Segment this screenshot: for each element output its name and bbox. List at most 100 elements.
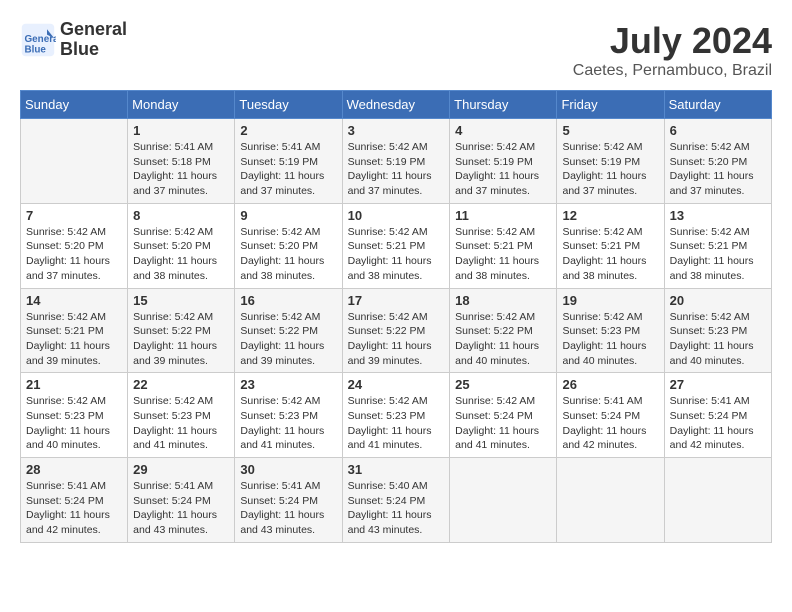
- calendar-week-row: 1 Sunrise: 5:41 AM Sunset: 5:18 PM Daylig…: [21, 119, 772, 204]
- day-info: Sunrise: 5:42 AM Sunset: 5:19 PM Dayligh…: [562, 140, 658, 199]
- day-number: 15: [133, 293, 229, 308]
- calendar-cell: 28 Sunrise: 5:41 AM Sunset: 5:24 PM Dayli…: [21, 458, 128, 543]
- day-number: 26: [562, 377, 658, 392]
- calendar-cell: 1 Sunrise: 5:41 AM Sunset: 5:18 PM Daylig…: [128, 119, 235, 204]
- calendar-cell: 17Sunrise: 5:42 AM Sunset: 5:22 PM Dayli…: [342, 288, 450, 373]
- title-block: July 2024 Caetes, Pernambuco, Brazil: [573, 20, 772, 80]
- day-info: Sunrise: 5:41 AM Sunset: 5:24 PM Dayligh…: [670, 394, 766, 453]
- day-info: Sunrise: 5:42 AM Sunset: 5:22 PM Dayligh…: [133, 310, 229, 369]
- day-number: 12: [562, 208, 658, 223]
- day-info: Sunrise: 5:42 AM Sunset: 5:20 PM Dayligh…: [26, 225, 122, 284]
- logo-name2: Blue: [60, 40, 127, 60]
- day-number: 20: [670, 293, 766, 308]
- day-info: Sunrise: 5:42 AM Sunset: 5:21 PM Dayligh…: [670, 225, 766, 284]
- logo-text: General Blue: [60, 20, 127, 60]
- calendar-cell: 16Sunrise: 5:42 AM Sunset: 5:22 PM Dayli…: [235, 288, 342, 373]
- day-number: 24: [348, 377, 445, 392]
- calendar-week-row: 21 Sunrise: 5:42 AM Sunset: 5:23 PM Dayli…: [21, 373, 772, 458]
- day-number: 16: [240, 293, 336, 308]
- day-info: Sunrise: 5:42 AM Sunset: 5:23 PM Dayligh…: [670, 310, 766, 369]
- calendar-cell: 18 Sunrise: 5:42 AM Sunset: 5:22 PM Dayli…: [450, 288, 557, 373]
- logo-name1: General: [60, 20, 127, 40]
- day-info: Sunrise: 5:42 AM Sunset: 5:20 PM Dayligh…: [670, 140, 766, 199]
- day-number: 8: [133, 208, 229, 223]
- day-info: Sunrise: 5:42 AM Sunset: 5:21 PM Dayligh…: [348, 225, 445, 284]
- day-info: Sunrise: 5:41 AM Sunset: 5:24 PM Dayligh…: [26, 479, 122, 538]
- logo: General Blue General Blue: [20, 20, 127, 60]
- day-number: 1: [133, 123, 229, 138]
- calendar-week-row: 28 Sunrise: 5:41 AM Sunset: 5:24 PM Dayli…: [21, 458, 772, 543]
- day-info: Sunrise: 5:41 AM Sunset: 5:18 PM Dayligh…: [133, 140, 229, 199]
- calendar-cell: 14 Sunrise: 5:42 AM Sunset: 5:21 PM Dayli…: [21, 288, 128, 373]
- day-number: 5: [562, 123, 658, 138]
- calendar-body: 1 Sunrise: 5:41 AM Sunset: 5:18 PM Daylig…: [21, 119, 772, 543]
- day-info: Sunrise: 5:42 AM Sunset: 5:21 PM Dayligh…: [26, 310, 122, 369]
- day-info: Sunrise: 5:42 AM Sunset: 5:21 PM Dayligh…: [455, 225, 551, 284]
- day-info: Sunrise: 5:42 AM Sunset: 5:19 PM Dayligh…: [348, 140, 445, 199]
- day-number: 21: [26, 377, 122, 392]
- calendar-header-row: SundayMondayTuesdayWednesdayThursdayFrid…: [21, 91, 772, 119]
- calendar-cell: 25Sunrise: 5:42 AM Sunset: 5:24 PM Dayli…: [450, 373, 557, 458]
- day-of-week-header: Thursday: [450, 91, 557, 119]
- calendar-week-row: 7 Sunrise: 5:42 AM Sunset: 5:20 PM Daylig…: [21, 203, 772, 288]
- day-of-week-header: Tuesday: [235, 91, 342, 119]
- day-info: Sunrise: 5:42 AM Sunset: 5:22 PM Dayligh…: [455, 310, 551, 369]
- calendar-table: SundayMondayTuesdayWednesdayThursdayFrid…: [20, 90, 772, 543]
- day-of-week-header: Saturday: [664, 91, 771, 119]
- calendar-cell: 8 Sunrise: 5:42 AM Sunset: 5:20 PM Daylig…: [128, 203, 235, 288]
- day-number: 31: [348, 462, 445, 477]
- logo-icon: General Blue: [20, 22, 56, 58]
- page-header: General Blue General Blue July 2024 Caet…: [20, 20, 772, 80]
- day-info: Sunrise: 5:42 AM Sunset: 5:20 PM Dayligh…: [240, 225, 336, 284]
- day-info: Sunrise: 5:41 AM Sunset: 5:24 PM Dayligh…: [562, 394, 658, 453]
- calendar-cell: 19 Sunrise: 5:42 AM Sunset: 5:23 PM Dayli…: [557, 288, 664, 373]
- calendar-cell: 4 Sunrise: 5:42 AM Sunset: 5:19 PM Daylig…: [450, 119, 557, 204]
- day-number: 4: [455, 123, 551, 138]
- day-number: 3: [348, 123, 445, 138]
- calendar-cell: 22 Sunrise: 5:42 AM Sunset: 5:23 PM Dayli…: [128, 373, 235, 458]
- day-info: Sunrise: 5:42 AM Sunset: 5:23 PM Dayligh…: [348, 394, 445, 453]
- day-number: 23: [240, 377, 336, 392]
- day-of-week-header: Friday: [557, 91, 664, 119]
- day-number: 29: [133, 462, 229, 477]
- calendar-cell: 6 Sunrise: 5:42 AM Sunset: 5:20 PM Daylig…: [664, 119, 771, 204]
- day-info: Sunrise: 5:42 AM Sunset: 5:23 PM Dayligh…: [133, 394, 229, 453]
- calendar-cell: 10Sunrise: 5:42 AM Sunset: 5:21 PM Dayli…: [342, 203, 450, 288]
- calendar-cell: [21, 119, 128, 204]
- day-number: 2: [240, 123, 336, 138]
- calendar-cell: 24 Sunrise: 5:42 AM Sunset: 5:23 PM Dayli…: [342, 373, 450, 458]
- day-number: 19: [562, 293, 658, 308]
- calendar-cell: 26 Sunrise: 5:41 AM Sunset: 5:24 PM Dayli…: [557, 373, 664, 458]
- day-number: 27: [670, 377, 766, 392]
- day-number: 17: [348, 293, 445, 308]
- day-of-week-header: Wednesday: [342, 91, 450, 119]
- day-number: 28: [26, 462, 122, 477]
- day-of-week-header: Sunday: [21, 91, 128, 119]
- calendar-week-row: 14 Sunrise: 5:42 AM Sunset: 5:21 PM Dayli…: [21, 288, 772, 373]
- day-number: 13: [670, 208, 766, 223]
- month-year: July 2024: [573, 20, 772, 62]
- location: Caetes, Pernambuco, Brazil: [573, 62, 772, 80]
- day-info: Sunrise: 5:42 AM Sunset: 5:20 PM Dayligh…: [133, 225, 229, 284]
- day-number: 6: [670, 123, 766, 138]
- day-number: 18: [455, 293, 551, 308]
- calendar-cell: 27 Sunrise: 5:41 AM Sunset: 5:24 PM Dayli…: [664, 373, 771, 458]
- calendar-cell: 2 Sunrise: 5:41 AM Sunset: 5:19 PM Daylig…: [235, 119, 342, 204]
- day-info: Sunrise: 5:41 AM Sunset: 5:24 PM Dayligh…: [133, 479, 229, 538]
- day-number: 14: [26, 293, 122, 308]
- day-info: Sunrise: 5:42 AM Sunset: 5:23 PM Dayligh…: [26, 394, 122, 453]
- calendar-cell: [664, 458, 771, 543]
- calendar-cell: 12Sunrise: 5:42 AM Sunset: 5:21 PM Dayli…: [557, 203, 664, 288]
- calendar-cell: [450, 458, 557, 543]
- day-info: Sunrise: 5:41 AM Sunset: 5:24 PM Dayligh…: [240, 479, 336, 538]
- calendar-cell: [557, 458, 664, 543]
- day-number: 22: [133, 377, 229, 392]
- day-info: Sunrise: 5:41 AM Sunset: 5:19 PM Dayligh…: [240, 140, 336, 199]
- calendar-cell: 29 Sunrise: 5:41 AM Sunset: 5:24 PM Dayli…: [128, 458, 235, 543]
- calendar-cell: 5 Sunrise: 5:42 AM Sunset: 5:19 PM Daylig…: [557, 119, 664, 204]
- day-info: Sunrise: 5:42 AM Sunset: 5:23 PM Dayligh…: [562, 310, 658, 369]
- day-number: 7: [26, 208, 122, 223]
- day-info: Sunrise: 5:42 AM Sunset: 5:19 PM Dayligh…: [455, 140, 551, 199]
- calendar-cell: 11Sunrise: 5:42 AM Sunset: 5:21 PM Dayli…: [450, 203, 557, 288]
- day-number: 25: [455, 377, 551, 392]
